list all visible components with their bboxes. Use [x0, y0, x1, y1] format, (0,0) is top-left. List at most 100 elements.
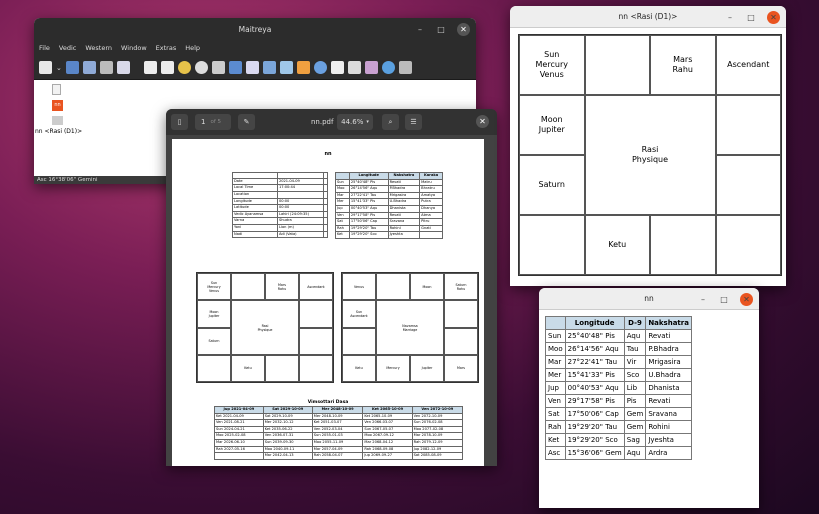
minimize-icon[interactable]: – [698, 295, 708, 304]
table-cell: Mar 2078-10-09 [411, 432, 464, 440]
table-cell: Yoni [232, 223, 278, 232]
table-cell: Mar 2057-04-09 [311, 445, 364, 454]
table-cell: Date [232, 177, 278, 186]
table-cell [322, 204, 329, 212]
house-cell [231, 273, 265, 301]
document-entry[interactable] [52, 84, 61, 97]
d1-chart-icon[interactable] [143, 61, 157, 74]
table-cell: Jup [335, 204, 350, 213]
menu-icon[interactable]: ☰ [405, 114, 422, 130]
table-cell: Sun 2055-01-03 [311, 432, 364, 440]
table-cell: Aqu [623, 329, 647, 343]
wrench-icon[interactable] [398, 61, 412, 74]
close-icon[interactable]: ✕ [740, 292, 753, 306]
nn-file-icon: nn [52, 100, 63, 111]
grid-icon[interactable] [262, 61, 276, 74]
palette-icon[interactable] [364, 61, 378, 74]
graph-icon[interactable] [228, 61, 242, 74]
nn-titlebar[interactable]: nn – □ ✕ [539, 288, 759, 310]
compare-icon[interactable] [347, 61, 361, 74]
table-row: Location [232, 191, 329, 199]
table-row: Sun 25°40'48" Pis Revati Matru [335, 178, 443, 187]
minimize-icon[interactable]: – [725, 13, 735, 22]
table-cell [322, 177, 329, 186]
table-cell: Jyeshta [645, 433, 692, 447]
document-entry-label[interactable]: nn <Rasi (D1)> [35, 128, 82, 135]
new-document-icon[interactable] [39, 61, 52, 74]
menu-help[interactable]: Help [185, 44, 200, 52]
table-cell: Ket 2051-03-07 [311, 419, 364, 427]
toolbar: ⌄ [34, 56, 476, 80]
pdf-headerbar[interactable]: ▯ 1 of 5 ✎ nn.pdf 44.6% ▾ ⌕ ☰ ✕ [166, 109, 497, 135]
table-row: Local Time 17:00:44 [232, 184, 329, 192]
table-row: Mar 27°22'41" Tau Mrigasira Amatya [335, 191, 443, 200]
sidebar-toggle-icon[interactable]: ▯ [171, 114, 188, 130]
page-number: 1 [201, 118, 206, 126]
document-entry[interactable] [52, 116, 63, 127]
menu-vedic[interactable]: Vedic [59, 44, 76, 52]
table-cell: Ket 2035-06-22 [262, 425, 313, 434]
table-cell: Jup 2082-12-09 [411, 445, 464, 454]
table-cell: 00:00 [276, 204, 324, 212]
maximize-icon[interactable]: □ [436, 25, 446, 34]
table-cell: Lahiri (24:09:35) [276, 210, 324, 219]
table-cell: Revati [645, 329, 692, 343]
transit-icon[interactable] [296, 61, 310, 74]
close-icon[interactable]: ✕ [767, 10, 780, 24]
people-icon[interactable] [330, 61, 344, 74]
table-cell: Sun 2024-04-21 [214, 425, 264, 434]
table-cell: Sravana [645, 407, 692, 421]
calendar-icon[interactable] [279, 61, 293, 74]
close-icon[interactable]: ✕ [457, 22, 470, 36]
page-number-field[interactable]: 1 of 5 [195, 114, 231, 130]
table-cell: Vir [623, 355, 647, 369]
table-row: Sat 17°50'06" Cap Sravana Pitru [335, 218, 443, 226]
pdf-icon[interactable] [116, 61, 130, 74]
table-cell: Ven 2072-10-09 [411, 412, 464, 421]
maitreya-titlebar[interactable]: Maitreya – □ ✕ [34, 18, 476, 40]
star-icon[interactable] [211, 61, 225, 74]
save-icon[interactable] [65, 61, 79, 74]
menu-file[interactable]: File [39, 44, 50, 52]
save-as-icon[interactable] [82, 61, 96, 74]
chevron-down-icon[interactable]: ⌄ [56, 64, 62, 72]
maximize-icon[interactable]: □ [719, 295, 729, 304]
column-header [545, 316, 566, 330]
table-cell: Sun 2067-05-07 [362, 425, 413, 434]
rasi-titlebar[interactable]: nn <Rasi (D1)> – □ ✕ [510, 6, 786, 28]
d9-chart-icon[interactable] [160, 61, 174, 74]
close-icon[interactable]: ✕ [476, 115, 489, 128]
document-entry[interactable]: nn [52, 100, 63, 111]
column-header: Ven 2072-10-09 [411, 406, 464, 414]
zoom-select[interactable]: 44.6% ▾ [337, 114, 373, 130]
planet-table: Longitude Nakshatra Karaka Sun 25°40'48" Pis… [335, 172, 443, 239]
table-icon[interactable] [245, 61, 259, 74]
rasi-chart[interactable]: Sun Mercury Venus Mars Rahu Ascendant Moon … [518, 34, 782, 276]
table-cell: Mrigasira [645, 355, 692, 369]
minimize-icon[interactable]: – [415, 25, 425, 34]
table-cell: Sco [623, 368, 647, 382]
menu-western[interactable]: Western [85, 44, 112, 52]
menu-window[interactable]: Window [121, 44, 147, 52]
column-header [335, 172, 350, 180]
rasi-chart-window: nn <Rasi (D1)> – □ ✕ Sun Mercury Venus Ma… [510, 6, 786, 286]
table-cell: Asc [545, 446, 566, 460]
globe-icon[interactable] [313, 61, 327, 74]
table-cell: Gem [623, 420, 647, 434]
print-icon[interactable] [99, 61, 113, 74]
help-icon[interactable] [381, 61, 395, 74]
table-cell: Rah 2058-04-07 [311, 452, 364, 460]
table-cell: Pis [623, 394, 647, 408]
maximize-icon[interactable]: □ [746, 13, 756, 22]
menu-extras[interactable]: Extras [156, 44, 177, 52]
house-cell: Sun Mercury Venus [519, 35, 585, 95]
planet-icon[interactable] [177, 61, 191, 74]
table-cell: Sat [335, 218, 350, 226]
zoom-value: 44.6% [341, 118, 364, 126]
speech-bubble-icon[interactable] [194, 61, 208, 74]
annotate-icon[interactable]: ✎ [238, 114, 255, 130]
table-cell: Sravana [387, 218, 421, 226]
table-cell: P.Bhadra [645, 342, 692, 356]
table-row: Mar 2026-06-10 Sun 2039-09-30 Moo 2055-11-… [214, 438, 464, 447]
search-icon[interactable]: ⌕ [382, 114, 399, 130]
